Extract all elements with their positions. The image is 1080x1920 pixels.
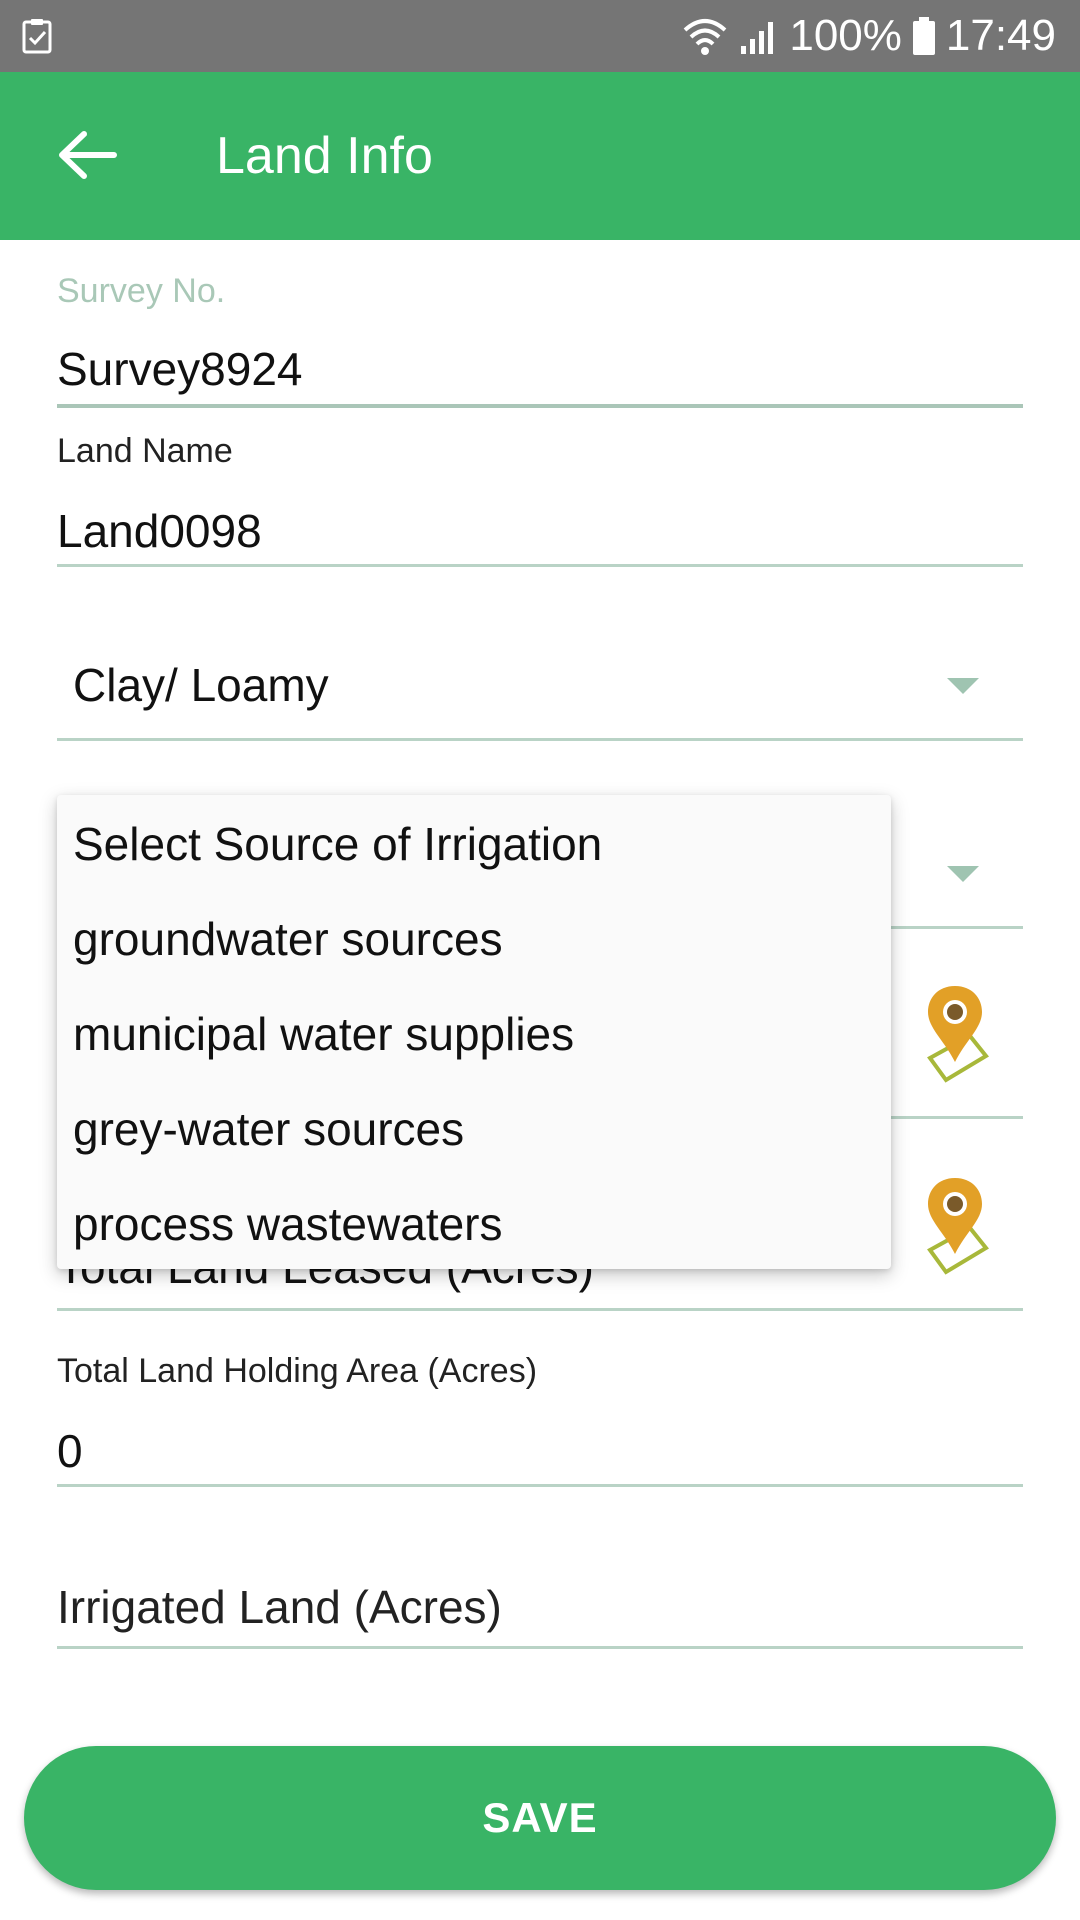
dropdown-option[interactable]: groundwater sources <box>57 890 891 985</box>
save-button[interactable]: SAVE <box>24 1746 1056 1890</box>
irrigated-land-input[interactable]: Irrigated Land (Acres) <box>57 1580 502 1634</box>
page-title: Land Info <box>216 127 433 185</box>
land-name-input[interactable]: Land0098 <box>57 504 262 558</box>
survey-no-field[interactable]: Survey No. Survey8924 <box>57 270 1023 412</box>
total-land-leased-underline <box>57 1308 1023 1311</box>
survey-no-underline <box>57 404 1023 408</box>
soil-type-underline <box>57 738 1023 741</box>
status-indicators: 100% 17:49 <box>681 0 1056 72</box>
clock: 17:49 <box>945 11 1056 60</box>
battery-percent: 100% <box>789 11 902 60</box>
signal-icon <box>741 22 774 54</box>
location-pin-icon[interactable] <box>924 984 998 1084</box>
land-name-field[interactable]: Land Name Land0098 <box>57 432 1023 570</box>
battery-icon <box>912 17 935 55</box>
back-arrow-icon[interactable] <box>54 122 120 188</box>
land-name-underline <box>57 564 1023 567</box>
soil-type-select[interactable]: Clay/ Loamy <box>57 640 1023 744</box>
irrigated-land-field[interactable]: Irrigated Land (Acres) <box>57 1570 1023 1650</box>
land-name-label: Land Name <box>57 432 233 470</box>
dropdown-option[interactable]: municipal water supplies <box>57 985 891 1080</box>
status-bar: 100% 17:49 <box>0 0 1080 72</box>
soil-type-value: Clay/ Loamy <box>73 659 329 711</box>
survey-no-label: Survey No. <box>57 272 226 310</box>
irrigation-source-dropdown: Select Source of Irrigation groundwater … <box>57 795 891 1269</box>
total-land-holding-field[interactable]: Total Land Holding Area (Acres) 0 <box>57 1352 1023 1488</box>
total-land-holding-underline <box>57 1484 1023 1487</box>
total-land-holding-input[interactable]: 0 <box>57 1424 83 1478</box>
chevron-down-icon <box>947 678 979 694</box>
dropdown-option[interactable]: Select Source of Irrigation <box>57 795 891 890</box>
total-land-holding-label: Total Land Holding Area (Acres) <box>57 1352 538 1390</box>
dropdown-option[interactable]: grey-water sources <box>57 1080 891 1175</box>
task-check-icon <box>22 19 52 54</box>
location-pin-icon[interactable] <box>924 1176 998 1276</box>
chevron-down-icon <box>947 866 979 882</box>
app-bar: Land Info <box>0 72 1080 240</box>
dropdown-option[interactable]: process wastewaters <box>57 1175 891 1270</box>
irrigated-land-underline <box>57 1646 1023 1649</box>
survey-no-input[interactable]: Survey8924 <box>57 342 303 396</box>
wifi-icon <box>684 19 727 55</box>
